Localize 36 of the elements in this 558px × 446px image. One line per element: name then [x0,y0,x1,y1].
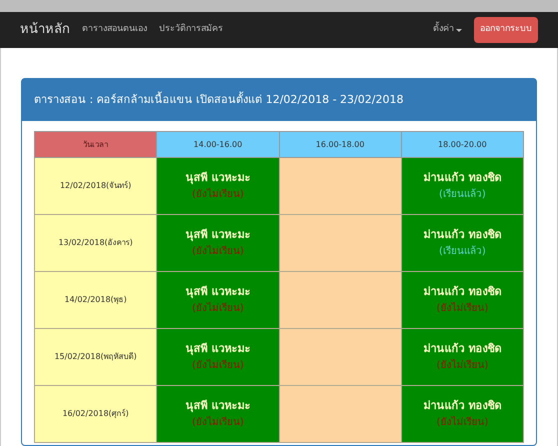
date-cell: 15/02/2018(พฤหัสบดี) [34,328,157,386]
panel-title: ตารางสอน : คอร์สกล้ามเนื้อแขน เปิดสอนตั้งแต่ 12/02/2018 - 23/02/2018 [34,92,404,108]
student-name: ม่านแก้ว ทองชิด [422,341,502,358]
class-status: (ยังไม่เรียน) [190,415,245,430]
column-header: 16.00-18.00 [279,132,402,158]
class-status: (ยังไม่เรียน) [435,358,490,373]
student-name: ม่านแก้ว ทองชิด [422,227,502,244]
nav-link[interactable]: ประวัติการสมัคร [159,23,223,37]
student-name: นุสพี แวหะมะ [184,170,252,186]
brand-link[interactable]: หน้าหลัก [20,20,70,40]
class-status: (เรียนแล้ว) [438,188,487,202]
date-cell: 14/02/2018(พุธ) [34,272,157,328]
student-name: ม่านแก้ว ทองชิด [422,284,502,300]
caret-icon [456,28,462,32]
column-header: วันเวลา [34,132,157,158]
nav-link[interactable]: ตารางสอนตนเอง [82,23,147,37]
student-name: นุสพี แวหะมะ [184,341,252,358]
settings-dropdown[interactable]: ตั้งค่า [433,23,462,37]
logout-button[interactable]: ออกจากระบบ [474,17,538,43]
date-cell: 12/02/2018(จันทร์) [34,158,157,214]
column-header: 18.00-20.00 [401,132,524,158]
date-cell: 16/02/2018(ศุกร์) [34,386,157,442]
student-name: นุสพี แวหะมะ [184,227,252,244]
class-status: (ยังไม่เรียน) [435,301,490,316]
class-status: (เรียนแล้ว) [438,244,487,259]
date-cell: 13/02/2018(อังคาร) [34,214,157,272]
student-name: ม่านแก้ว ทองชิด [422,170,502,186]
student-name: ม่านแก้ว ทองชิด [422,398,502,414]
class-status: (ยังไม่เรียน) [190,244,245,259]
student-name: นุสพี แวหะมะ [184,284,252,300]
student-name: นุสพี แวหะมะ [184,398,252,414]
class-status: (ยังไม่เรียน) [190,301,245,316]
class-status: (ยังไม่เรียน) [190,187,245,202]
column-header: 14.00-16.00 [156,132,279,158]
class-status: (ยังไม่เรียน) [190,358,245,373]
class-status: (ยังไม่เรียน) [435,415,490,430]
